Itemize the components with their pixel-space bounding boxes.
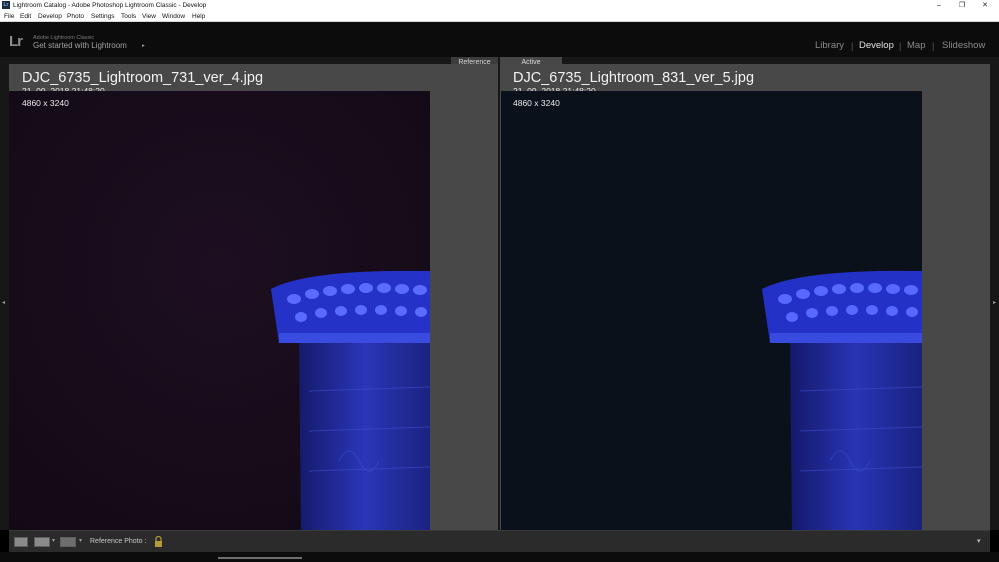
- menu-help[interactable]: Help: [192, 12, 205, 21]
- reference-view-icon[interactable]: [34, 537, 50, 547]
- lightroom-logo: Lr: [9, 33, 23, 50]
- menu-settings[interactable]: Settings: [91, 12, 115, 21]
- left-panel-toggle-icon[interactable]: ◂: [2, 299, 5, 306]
- reference-filename: DJC_6735_Lightroom_731_ver_4.jpg: [22, 70, 264, 86]
- module-separator: |: [899, 41, 902, 51]
- lock-icon[interactable]: [154, 536, 163, 547]
- module-separator: |: [932, 41, 935, 51]
- reference-photo-image: [9, 91, 430, 530]
- module-map[interactable]: Map: [907, 40, 925, 51]
- loupe-view-icon[interactable]: [14, 537, 28, 547]
- menu-file[interactable]: File: [4, 12, 14, 21]
- menu-develop[interactable]: Develop: [38, 12, 62, 21]
- right-panel-toggle-icon[interactable]: ▸: [993, 299, 996, 306]
- chevron-down-icon[interactable]: ▾: [52, 537, 55, 544]
- active-photo-image: [501, 91, 922, 530]
- restore-icon[interactable]: ❐: [950, 0, 974, 11]
- reference-photo[interactable]: [9, 91, 430, 530]
- reference-dimensions: 4860 x 3240: [22, 98, 69, 108]
- module-library[interactable]: Library: [815, 40, 844, 51]
- active-pane[interactable]: DJC_6735_Lightroom_831_ver_5.jpg 21. 09.…: [500, 64, 990, 530]
- toolbar-options-chevron-down-icon[interactable]: ▾: [977, 537, 981, 545]
- close-icon[interactable]: ✕: [973, 0, 997, 11]
- menu-tools[interactable]: Tools: [121, 12, 136, 21]
- develop-toolbar: ▾ ▾ Reference Photo : ▾: [9, 530, 990, 552]
- play-arrow-icon[interactable]: ▸: [142, 43, 145, 49]
- menu-view[interactable]: View: [142, 12, 156, 21]
- reference-photo-label: Reference Photo :: [90, 538, 147, 545]
- minimize-icon[interactable]: –: [927, 0, 951, 11]
- menu-edit[interactable]: Edit: [20, 12, 31, 21]
- lightroom-app-icon: Lr: [2, 1, 10, 9]
- chevron-down-icon[interactable]: ▾: [79, 537, 82, 544]
- active-photo[interactable]: [501, 91, 922, 530]
- active-filename: DJC_6735_Lightroom_831_ver_5.jpg: [513, 70, 755, 86]
- menu-window[interactable]: Window: [162, 12, 185, 21]
- window-title-bar: Lr Lightroom Catalog - Adobe Photoshop L…: [0, 0, 999, 11]
- reference-pane[interactable]: DJC_6735_Lightroom_731_ver_4.jpg 21. 09.…: [9, 64, 498, 530]
- menu-photo[interactable]: Photo: [67, 12, 84, 21]
- before-after-icon[interactable]: [60, 537, 76, 547]
- module-slideshow[interactable]: Slideshow: [942, 40, 985, 51]
- identity-plate-header: Lr Adobe Lightroom Classic Get started w…: [0, 22, 999, 57]
- menu-bar: File Edit Develop Photo Settings Tools V…: [0, 11, 999, 22]
- filmstrip-strip: [0, 552, 999, 562]
- filmstrip-scrollbar[interactable]: [218, 557, 302, 559]
- window-title: Lightroom Catalog - Adobe Photoshop Ligh…: [13, 2, 207, 9]
- module-develop[interactable]: Develop: [859, 40, 894, 51]
- module-separator: |: [851, 41, 854, 51]
- get-started-link[interactable]: Get started with Lightroom: [33, 41, 127, 50]
- active-dimensions: 4860 x 3240: [513, 98, 560, 108]
